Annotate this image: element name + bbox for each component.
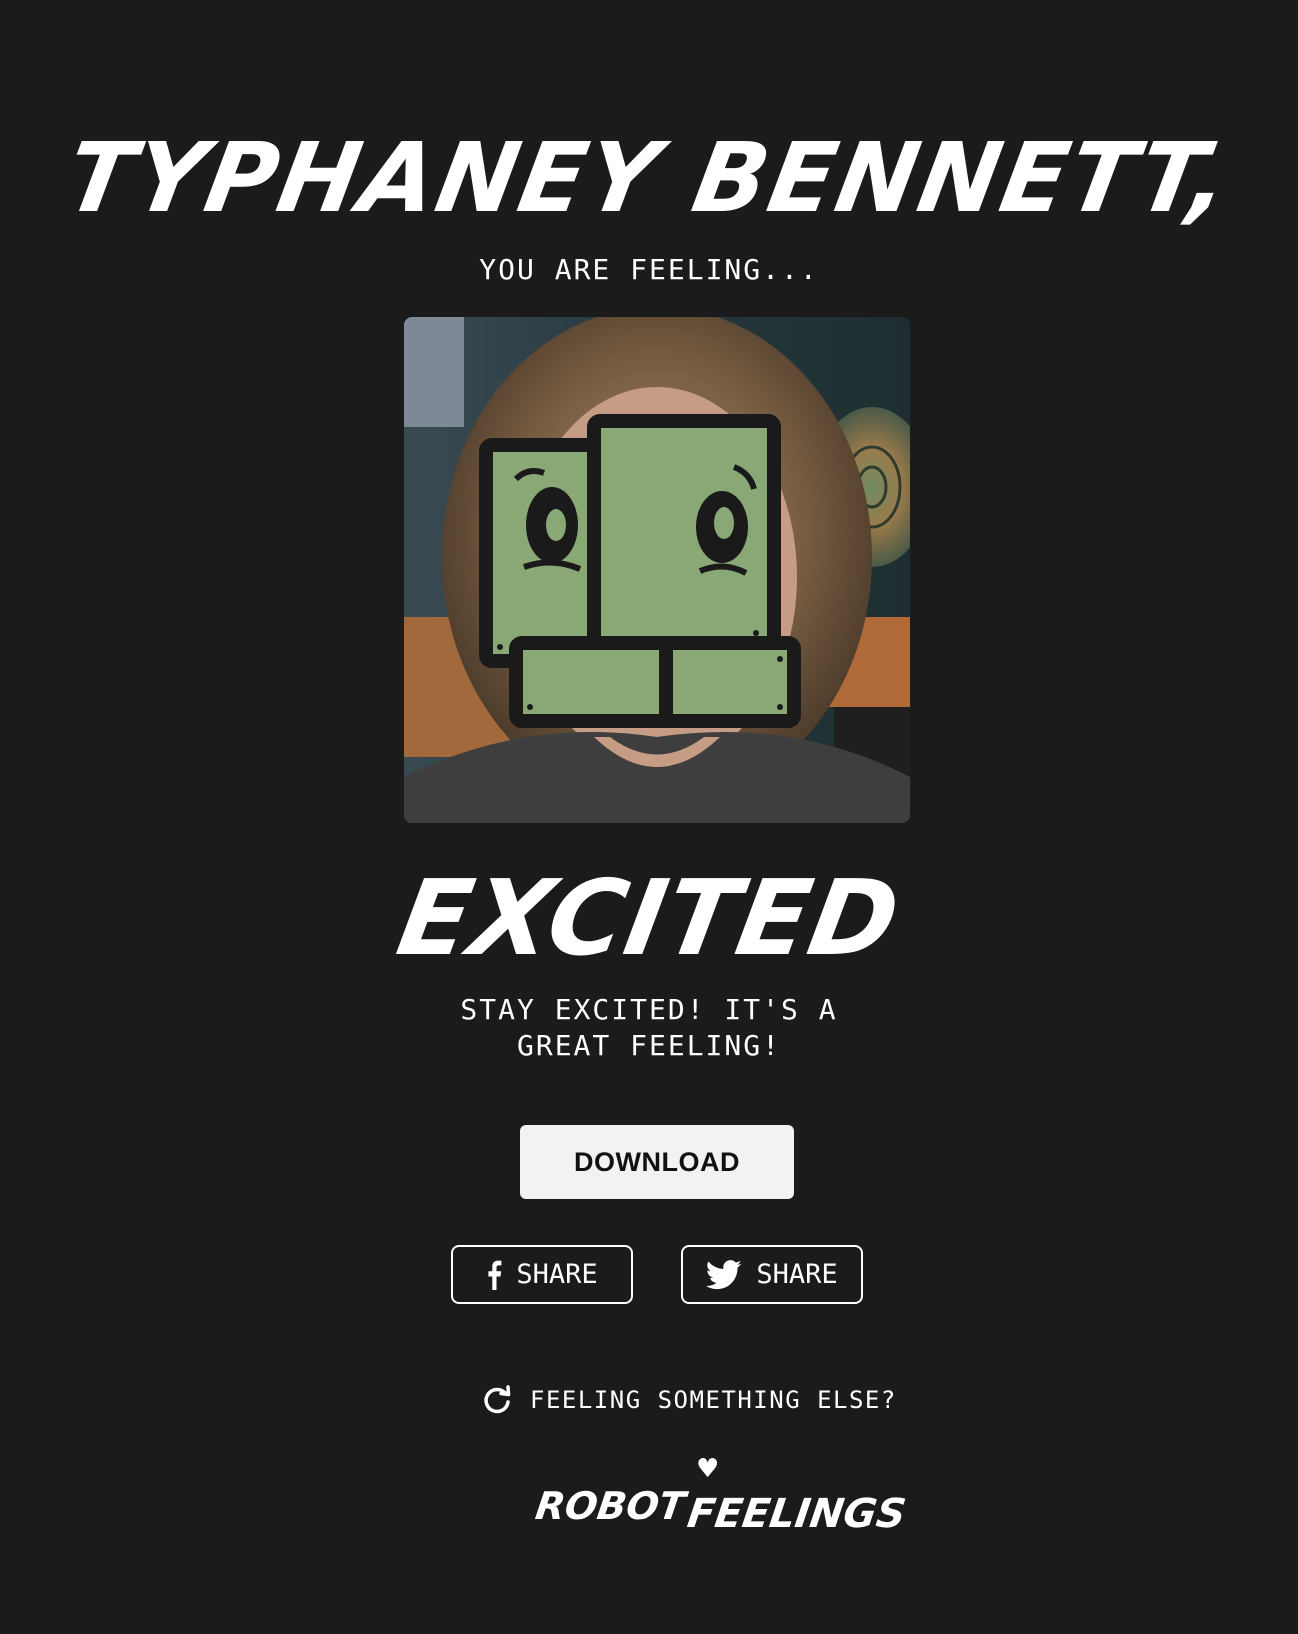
twitter-share-button[interactable]: SHARE [681,1245,863,1304]
robot-feelings-logo[interactable]: ROBOT FEELINGS ♥ [532,1454,908,1537]
facebook-share-button[interactable]: SHARE [451,1245,633,1304]
feeling-something-else-link[interactable]: FEELING SOMETHING ELSE? [482,1382,897,1418]
download-button[interactable]: DOWNLOAD [520,1125,794,1199]
feeling-something-else-label: FEELING SOMETHING ELSE? [530,1386,897,1414]
user-name-title: TYPHANEY BENNETT, [58,122,1240,234]
facebook-share-label: SHARE [516,1259,598,1290]
twitter-share-label: SHARE [756,1259,838,1290]
profile-photo-with-robot-mask [404,317,910,823]
logo-word-robot: ROBOT [532,1484,688,1528]
refresh-icon [482,1385,512,1415]
twitter-icon [706,1259,742,1290]
result-page: TYPHANEY BENNETT, YOU ARE FEELING... EXC… [0,0,1298,1634]
heart-icon: ♥ [696,1454,720,1484]
feeling-title: EXCITED [389,857,909,979]
feeling-message: STAY EXCITED! IT'S A GREAT FEELING! [460,993,838,1062]
feeling-intro: YOU ARE FEELING... [479,253,819,286]
logo-word-feelings: FEELINGS [684,1491,909,1537]
facebook-icon [486,1260,502,1290]
